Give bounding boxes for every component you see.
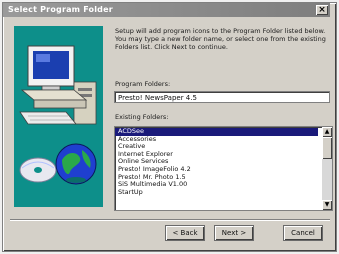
program-folder-input[interactable]: Presto! NewsPaper 4.5: [114, 91, 330, 103]
close-icon[interactable]: ×: [316, 5, 328, 15]
intro-text: Setup will add program icons to the Prog…: [115, 27, 326, 51]
scroll-up-icon[interactable]: ▲: [322, 127, 332, 137]
next-button[interactable]: Next >: [215, 226, 253, 240]
vertical-scrollbar[interactable]: ▲ ▼: [322, 127, 332, 210]
program-folder-label: Program Folders:: [115, 80, 171, 88]
scroll-down-icon[interactable]: ▼: [322, 200, 332, 210]
divider: [10, 219, 330, 221]
existing-folders-list[interactable]: ACDSee Accessories Creative Internet Exp…: [114, 126, 333, 211]
title-bar: Select Program Folder ×: [3, 3, 330, 17]
scroll-thumb[interactable]: [322, 137, 332, 159]
back-button[interactable]: < Back: [166, 226, 204, 240]
list-item[interactable]: StartUp: [115, 188, 318, 197]
list-item[interactable]: Accessories: [115, 135, 318, 144]
globe-icon: [55, 143, 97, 185]
list-item[interactable]: SiS Multimedia V1.00: [115, 181, 318, 189]
existing-folders-label: Existing Folders:: [115, 113, 169, 121]
cancel-button[interactable]: Cancel: [284, 226, 322, 240]
window-title: Select Program Folder: [8, 5, 113, 14]
